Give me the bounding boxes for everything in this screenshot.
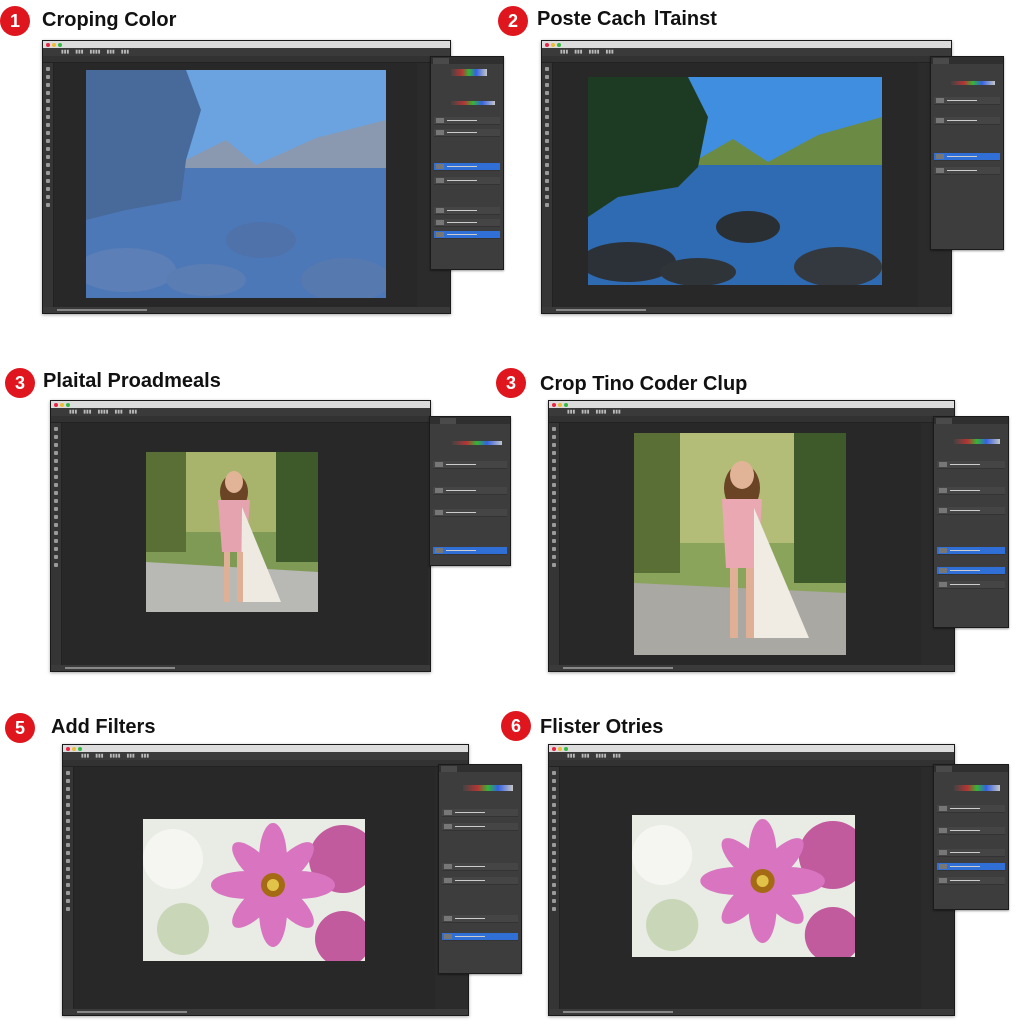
status-bar — [549, 1009, 954, 1015]
lake-photo — [588, 77, 882, 285]
layers-panel-5[interactable] — [438, 764, 522, 974]
title-bar — [43, 41, 450, 48]
step-3-title: Plaital Proadmeals — [43, 370, 221, 392]
options-bar — [549, 416, 954, 423]
options-bar — [542, 56, 951, 63]
status-bar — [542, 307, 951, 313]
step-1-title: Croping Color — [42, 9, 177, 31]
portrait-photo — [634, 433, 846, 655]
layers-panel-2[interactable] — [930, 56, 1004, 250]
step-4-title: Crop Tino Coder Clup — [540, 373, 748, 395]
step-2-badge: 2 — [498, 6, 528, 36]
menu-bar[interactable]: ▮▮▮ ▮▮▮ ▮▮▮▮ ▮▮▮ ▮▮▮ — [43, 48, 450, 56]
title-bar — [549, 745, 954, 752]
status-bar — [63, 1009, 468, 1015]
title-bar — [542, 41, 951, 48]
menu-bar[interactable]: ▮▮▮ ▮▮▮ ▮▮▮▮ ▮▮▮ — [542, 48, 951, 56]
step-1-badge: 1 — [0, 6, 30, 36]
step-6-title: Flister Otries — [540, 716, 664, 738]
status-bar — [43, 307, 450, 313]
step-6-badge: 6 — [501, 711, 531, 741]
editor-window-4: ▮▮▮ ▮▮▮ ▮▮▮▮ ▮▮▮ — [548, 400, 955, 672]
layers-panel-3[interactable] — [429, 416, 511, 566]
layers-panel-6[interactable] — [933, 764, 1009, 910]
editor-window-1: ▮▮▮ ▮▮▮ ▮▮▮▮ ▮▮▮ ▮▮▮ — [42, 40, 451, 314]
tools-panel[interactable] — [43, 63, 54, 307]
editor-window-3: ▮▮▮ ▮▮▮ ▮▮▮▮ ▮▮▮ ▮▮▮ — [50, 400, 431, 672]
title-bar — [51, 401, 430, 408]
tools-panel[interactable] — [63, 767, 74, 1009]
options-bar — [51, 416, 430, 423]
tools-panel[interactable] — [549, 767, 560, 1009]
flower-photo — [632, 815, 855, 957]
options-bar — [549, 760, 954, 767]
layers-panel-1[interactable] — [430, 56, 504, 270]
portrait-photo — [146, 452, 318, 612]
tools-panel[interactable] — [542, 63, 553, 307]
layers-panel-4[interactable] — [933, 416, 1009, 628]
title-bar — [63, 745, 468, 752]
step-4-badge: 3 — [496, 368, 526, 398]
editor-window-2: ▮▮▮ ▮▮▮ ▮▮▮▮ ▮▮▮ — [541, 40, 952, 314]
tools-panel[interactable] — [549, 423, 560, 665]
lake-photo — [86, 70, 386, 298]
editor-window-5: ▮▮▮ ▮▮▮ ▮▮▮▮ ▮▮▮ ▮▮▮ — [62, 744, 469, 1016]
menu-bar[interactable]: ▮▮▮ ▮▮▮ ▮▮▮▮ ▮▮▮ — [549, 752, 954, 760]
step-2-title: Poste Cach lTainst — [537, 8, 717, 30]
tools-panel[interactable] — [51, 423, 62, 665]
menu-bar[interactable]: ▮▮▮ ▮▮▮ ▮▮▮▮ ▮▮▮ — [549, 408, 954, 416]
step-3-badge: 3 — [5, 368, 35, 398]
options-bar — [63, 760, 468, 767]
step-5-badge: 5 — [5, 713, 35, 743]
flower-photo — [143, 819, 365, 961]
title-bar — [549, 401, 954, 408]
menu-bar[interactable]: ▮▮▮ ▮▮▮ ▮▮▮▮ ▮▮▮ ▮▮▮ — [63, 752, 468, 760]
menu-bar[interactable]: ▮▮▮ ▮▮▮ ▮▮▮▮ ▮▮▮ ▮▮▮ — [51, 408, 430, 416]
status-bar — [549, 665, 954, 671]
step-5-title: Add Filters — [51, 716, 156, 738]
status-bar — [51, 665, 430, 671]
options-bar — [43, 56, 450, 63]
editor-window-6: ▮▮▮ ▮▮▮ ▮▮▮▮ ▮▮▮ — [548, 744, 955, 1016]
